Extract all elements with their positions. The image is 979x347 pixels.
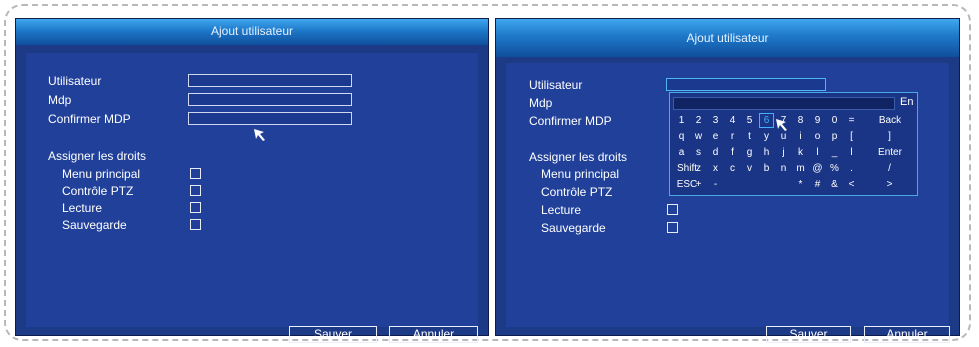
checkbox-icon[interactable]: [667, 222, 678, 233]
username-field[interactable]: [666, 78, 826, 91]
keyboard-key[interactable]: 6: [759, 113, 774, 128]
keyboard-key[interactable]: #: [810, 177, 825, 192]
right-playback-label: Lecture: [541, 203, 582, 217]
keyboard-key[interactable]: q: [674, 129, 689, 144]
keyboard-key[interactable]: v: [742, 161, 757, 176]
checkbox-icon[interactable]: [190, 202, 201, 213]
keyboard-key[interactable]: f: [725, 145, 740, 160]
virtual-keyboard: En 1 2 3 4 5 6 7 8 9 0 = Back q w e r t y u i o p[] a s d f g h j k l _…: [669, 92, 918, 196]
keyboard-key[interactable]: r: [725, 129, 740, 144]
keyboard-key[interactable]: o: [810, 129, 825, 144]
keyboard-key[interactable]: <: [844, 177, 859, 192]
password-label: Mdp: [48, 93, 72, 107]
keyboard-key[interactable]: 1: [674, 113, 689, 128]
keyboard-key[interactable]: l: [844, 145, 859, 160]
keyboard-key[interactable]: w: [691, 129, 706, 144]
save-button[interactable]: Sauver: [766, 326, 851, 343]
keyboard-key[interactable]: x: [708, 161, 723, 176]
keyboard-key[interactable]: d: [708, 145, 723, 160]
keyboard-key[interactable]: z: [691, 161, 706, 176]
keyboard-language-toggle[interactable]: En: [900, 96, 913, 108]
keyboard-key[interactable]: t: [742, 129, 757, 144]
username-field[interactable]: [188, 74, 352, 87]
dialog-title: Ajout utilisateur: [496, 19, 959, 57]
keyboard-key[interactable]: i: [793, 129, 808, 144]
right-ptz-label: Contrôle PTZ: [541, 185, 613, 199]
right-ptz-label: Contrôle PTZ: [62, 184, 134, 198]
keyboard-key[interactable]: 3: [708, 113, 723, 128]
keyboard-key[interactable]: j: [776, 145, 791, 160]
rights-heading: Assigner les droits: [529, 150, 628, 164]
keyboard-key[interactable]: 0: [827, 113, 842, 128]
keyboard-key[interactable]: @: [810, 161, 825, 176]
checkbox-icon[interactable]: [667, 204, 678, 215]
keyboard-input[interactable]: [673, 97, 895, 110]
keyboard-key[interactable]: *: [793, 177, 808, 192]
keyboard-key[interactable]: s: [691, 145, 706, 160]
keyboard-key[interactable]: /: [882, 161, 897, 176]
keyboard-key[interactable]: =: [844, 113, 859, 128]
mouse-pointer-icon: [776, 119, 787, 131]
keyboard-key[interactable]: y: [759, 129, 774, 144]
keyboard-key[interactable]: >: [882, 177, 897, 192]
cancel-button[interactable]: Annuler: [864, 326, 950, 343]
checkbox-icon[interactable]: [190, 219, 201, 230]
mouse-pointer-icon: [254, 129, 265, 141]
keyboard-key[interactable]: .: [844, 161, 859, 176]
keyboard-key[interactable]: 4: [725, 113, 740, 128]
checkbox-icon[interactable]: [190, 168, 201, 179]
password-field[interactable]: [188, 93, 352, 106]
keyboard-key[interactable]: 2: [691, 113, 706, 128]
right-playback-label: Lecture: [62, 201, 103, 215]
checkbox-icon[interactable]: [190, 185, 201, 196]
dialog-title: Ajout utilisateur: [16, 19, 488, 45]
keyboard-key[interactable]: a: [674, 145, 689, 160]
keyboard-key[interactable]: 9: [810, 113, 825, 128]
keyboard-key[interactable]: &: [827, 177, 842, 192]
password-label: Mdp: [529, 96, 553, 110]
right-main-menu-label: Menu principal: [541, 167, 620, 181]
right-main-menu-label: Menu principal: [62, 167, 141, 181]
keyboard-key[interactable]: g: [742, 145, 757, 160]
keyboard-key[interactable]: +: [691, 177, 706, 192]
keyboard-key[interactable]: h: [759, 145, 774, 160]
keyboard-key[interactable]: -: [708, 177, 723, 192]
right-backup-label: Sauvegarde: [62, 218, 127, 232]
keyboard-key[interactable]: l: [810, 145, 825, 160]
confirm-password-label: Confirmer MDP: [48, 112, 131, 126]
keyboard-key[interactable]: 8: [793, 113, 808, 128]
cancel-button[interactable]: Annuler: [389, 326, 478, 343]
keyboard-key[interactable]: _: [827, 145, 842, 160]
keyboard-key[interactable]: m: [793, 161, 808, 176]
keyboard-key[interactable]: p: [827, 129, 842, 144]
keyboard-key[interactable]: Enter: [875, 145, 905, 160]
keyboard-key[interactable]: k: [793, 145, 808, 160]
keyboard-key[interactable]: c: [725, 161, 740, 176]
confirm-password-field[interactable]: [188, 112, 352, 125]
username-label: Utilisateur: [529, 78, 583, 92]
right-backup-label: Sauvegarde: [541, 221, 606, 235]
rights-heading: Assigner les droits: [48, 149, 147, 163]
username-label: Utilisateur: [48, 74, 102, 88]
keyboard-key[interactable]: n: [776, 161, 791, 176]
keyboard-key[interactable]: ]: [882, 129, 897, 144]
save-button[interactable]: Sauver: [289, 326, 377, 343]
keyboard-key[interactable]: e: [708, 129, 723, 144]
keyboard-key[interactable]: Back: [875, 113, 905, 128]
keyboard-key[interactable]: 5: [742, 113, 757, 128]
keyboard-key[interactable]: %: [827, 161, 842, 176]
confirm-password-label: Confirmer MDP: [529, 114, 612, 128]
keyboard-key[interactable]: [: [844, 129, 859, 144]
keyboard-key[interactable]: b: [759, 161, 774, 176]
